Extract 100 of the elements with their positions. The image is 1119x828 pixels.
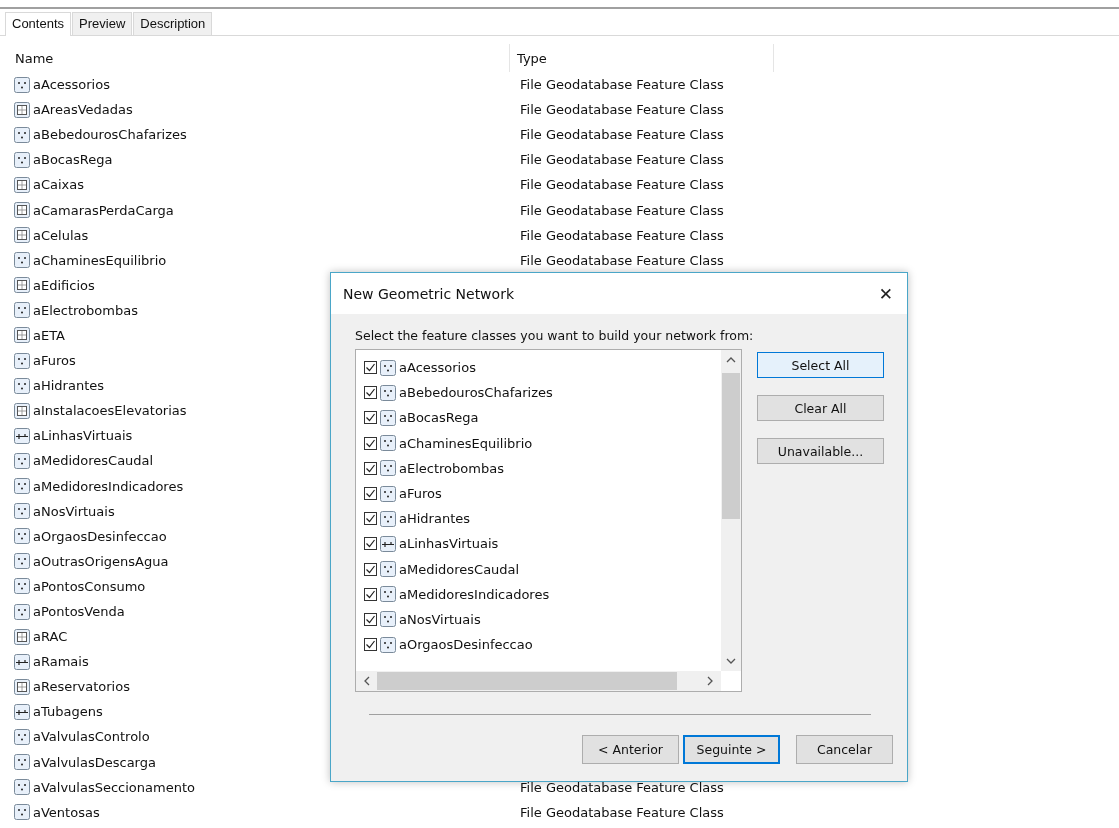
line-layer-icon xyxy=(380,535,396,552)
polygon-layer-icon xyxy=(14,101,30,118)
checkbox[interactable] xyxy=(364,487,377,501)
polygon-layer-icon xyxy=(14,227,30,244)
point-layer-icon xyxy=(14,528,30,545)
layer-name[interactable]: aMedidoresCaudal xyxy=(33,453,154,469)
checkbox[interactable] xyxy=(364,436,377,450)
layer-name[interactable]: aValvulasDescarga xyxy=(33,754,156,770)
point-layer-icon xyxy=(380,586,396,603)
feature-class-name: aMedidoresCaudal xyxy=(399,561,520,577)
column-header[interactable]: Name xyxy=(12,44,510,72)
layer-name[interactable]: aValvulasSeccionamento xyxy=(33,779,195,795)
feature-class-name: aOrgaosDesinfeccao xyxy=(399,637,533,653)
layer-name[interactable]: aMedidoresIndicadores xyxy=(33,478,184,494)
scroll-up-icon[interactable] xyxy=(726,355,736,365)
checkbox[interactable] xyxy=(364,386,377,400)
checkbox[interactable] xyxy=(364,461,377,475)
feature-class-name: aAcessorios xyxy=(399,360,476,376)
checkbox[interactable] xyxy=(364,638,377,652)
checkbox[interactable] xyxy=(364,562,377,576)
close-button[interactable]: ✕ xyxy=(876,283,895,304)
point-layer-icon xyxy=(14,151,30,168)
layer-name[interactable]: aLinhasVirtuais xyxy=(33,428,133,444)
line-layer-icon xyxy=(14,427,30,444)
layer-name[interactable]: aAcessorios xyxy=(33,77,110,93)
horizontal-scrollbar[interactable] xyxy=(356,671,721,691)
checkbox[interactable] xyxy=(364,587,377,601)
column-header[interactable]: Type xyxy=(510,44,774,72)
point-layer-icon xyxy=(14,377,30,394)
layer-name[interactable]: aRAC xyxy=(33,629,68,645)
dialog-button[interactable]: Select All xyxy=(757,352,884,378)
layer-name[interactable]: aBebedourosChafarizes xyxy=(33,127,187,143)
polygon-layer-icon xyxy=(14,277,30,294)
layer-type: File Geodatabase Feature Class xyxy=(520,202,724,218)
polygon-layer-icon xyxy=(14,678,30,695)
vertical-scrollbar[interactable] xyxy=(721,350,741,671)
dialog-button[interactable]: Clear All xyxy=(757,395,884,421)
layer-name[interactable]: aRamais xyxy=(33,654,89,670)
point-layer-icon xyxy=(14,578,30,595)
point-layer-icon xyxy=(14,302,30,319)
layer-type: File Geodatabase Feature Class xyxy=(520,779,724,795)
layer-name[interactable]: aOrgaosDesinfeccao xyxy=(33,528,167,544)
layer-name[interactable]: aInstalacoesElevatorias xyxy=(33,403,187,419)
point-layer-icon xyxy=(14,126,30,143)
checkbox[interactable] xyxy=(364,537,377,551)
wizard-button[interactable]: < Anterior xyxy=(582,735,679,764)
layer-name[interactable]: aBocasRega xyxy=(33,152,113,168)
layer-type: File Geodatabase Feature Class xyxy=(520,252,724,268)
checkbox[interactable] xyxy=(364,612,377,626)
layer-name[interactable]: aAreasVedadas xyxy=(33,102,133,118)
layer-name[interactable]: aCaixas xyxy=(33,177,85,193)
layer-name[interactable]: aReservatorios xyxy=(33,679,130,695)
point-layer-icon xyxy=(380,636,396,653)
checkbox[interactable] xyxy=(364,512,377,526)
checkbox[interactable] xyxy=(364,361,377,375)
point-layer-icon xyxy=(14,352,30,369)
feature-class-name: aMedidoresIndicadores xyxy=(399,586,550,602)
dialog-button[interactable]: Unavailable... xyxy=(757,438,884,464)
feature-class-name: aBocasRega xyxy=(399,410,479,426)
wizard-button[interactable]: Seguinte > xyxy=(683,735,780,764)
point-layer-icon xyxy=(380,510,396,527)
point-layer-icon xyxy=(380,435,396,452)
tab[interactable]: Contents xyxy=(5,12,72,36)
layer-name[interactable]: aElectrobombas xyxy=(33,302,138,318)
layer-name[interactable]: aPontosConsumo xyxy=(33,578,146,594)
layer-name[interactable]: aNosVirtuais xyxy=(33,503,115,519)
layer-name[interactable]: aOutrasOrigensAgua xyxy=(33,553,169,569)
point-layer-icon xyxy=(14,754,30,771)
point-layer-icon xyxy=(380,485,396,502)
layer-name[interactable]: aEdificios xyxy=(33,277,95,293)
layer-name[interactable]: aValvulasControlo xyxy=(33,729,150,745)
point-layer-icon xyxy=(380,460,396,477)
layer-type: File Geodatabase Feature Class xyxy=(520,152,724,168)
point-layer-icon xyxy=(14,76,30,93)
checkbox[interactable] xyxy=(364,411,377,425)
layer-name[interactable]: aVentosas xyxy=(33,804,100,820)
layer-name[interactable]: aETA xyxy=(33,328,65,343)
scroll-right-icon[interactable] xyxy=(705,676,715,686)
feature-class-name: aChaminesEquilibrio xyxy=(399,435,533,451)
point-layer-icon xyxy=(380,359,396,376)
scroll-down-icon[interactable] xyxy=(726,656,736,666)
layer-type: File Geodatabase Feature Class xyxy=(520,804,724,820)
layer-name[interactable]: aPontosVenda xyxy=(33,604,125,619)
feature-class-name: aHidrantes xyxy=(399,511,471,527)
layer-name[interactable]: aTubagens xyxy=(33,704,103,720)
point-layer-icon xyxy=(380,611,396,628)
layer-type: File Geodatabase Feature Class xyxy=(520,77,724,93)
tab[interactable]: Description xyxy=(133,12,213,35)
polygon-layer-icon xyxy=(14,628,30,645)
point-layer-icon xyxy=(380,561,396,578)
layer-name[interactable]: aChaminesEquilibrio xyxy=(33,252,167,268)
layer-name[interactable]: aCamarasPerdaCarga xyxy=(33,202,174,218)
layer-name[interactable]: aFuros xyxy=(33,353,76,369)
layer-type: File Geodatabase Feature Class xyxy=(520,177,724,193)
wizard-button[interactable]: Cancelar xyxy=(796,735,893,764)
point-layer-icon xyxy=(14,603,30,620)
layer-name[interactable]: aCelulas xyxy=(33,227,89,243)
tab[interactable]: Preview xyxy=(72,12,133,35)
layer-name[interactable]: aHidrantes xyxy=(33,378,105,394)
scroll-left-icon[interactable] xyxy=(362,676,372,686)
